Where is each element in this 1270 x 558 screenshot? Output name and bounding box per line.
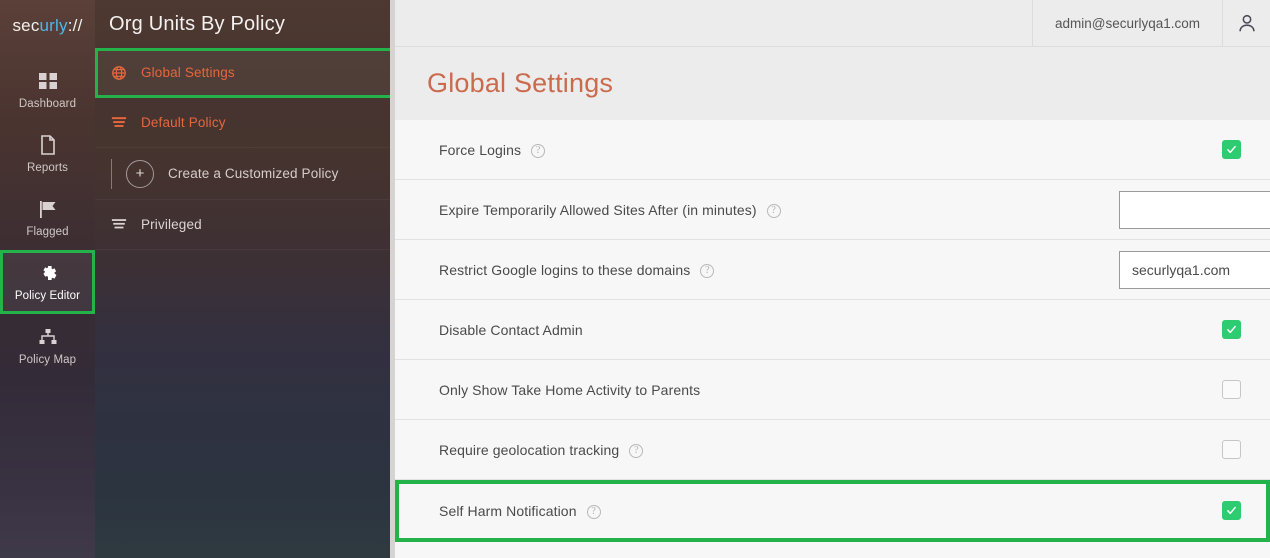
panel-item-default-policy-label: Default Policy	[141, 115, 226, 130]
panel-item-global-settings-label: Global Settings	[141, 65, 235, 80]
setting-label: Restrict Google logins to these domains	[439, 261, 691, 278]
panel-title: Org Units By Policy	[109, 12, 286, 35]
user-avatar-icon[interactable]	[1223, 0, 1270, 46]
expire-minutes-input[interactable]	[1119, 190, 1270, 229]
checkbox-only-show-take-home-activity[interactable]	[1222, 380, 1241, 399]
panel-item-privileged[interactable]: Privileged	[95, 200, 395, 250]
top-bar: admin@securlyqa1.com	[395, 0, 1270, 47]
setting-row-restrict-google-logins: Restrict Google logins to these domains …	[395, 240, 1270, 300]
restrict-domains-input[interactable]	[1119, 250, 1270, 289]
setting-label: Only Show Take Home Activity to Parents	[439, 381, 701, 398]
sidebar-item-policy-map-label: Policy Map	[18, 354, 77, 366]
setting-row-only-show-take-home-activity: Only Show Take Home Activity to Parents	[395, 360, 1270, 420]
sidebar-item-policy-map[interactable]: Policy Map	[0, 314, 95, 378]
account-email[interactable]: admin@securlyqa1.com	[1033, 0, 1223, 46]
setting-control	[1222, 140, 1270, 159]
setting-control	[1222, 501, 1270, 520]
logo-text-part2: urly	[39, 16, 68, 35]
setting-label: Require geolocation tracking	[439, 441, 620, 458]
checkbox-force-logins[interactable]	[1222, 140, 1241, 159]
flag-icon	[37, 198, 59, 220]
panel-item-create-customized-policy-label: Create a Customized Policy	[168, 166, 339, 181]
sidebar-item-policy-editor-label: Policy Editor	[14, 290, 81, 302]
rail-item-list: Dashboard Reports Flagged Policy Editor	[0, 58, 95, 378]
setting-control	[1119, 190, 1270, 229]
help-icon[interactable]: ?	[700, 263, 715, 278]
setting-control	[1222, 320, 1270, 339]
plus-glyph: +	[126, 159, 154, 188]
setting-control	[1222, 440, 1270, 459]
main-content: admin@securlyqa1.com Global Settings For…	[395, 0, 1270, 558]
setting-row-require-geolocation-tracking: Require geolocation tracking ?	[395, 420, 1270, 480]
plus-circle-icon: +	[111, 158, 154, 189]
help-icon[interactable]: ?	[531, 143, 546, 158]
dashboard-grid-icon	[37, 70, 59, 92]
list-icon	[111, 116, 129, 129]
page-header: Global Settings	[395, 47, 1270, 120]
sidebar-item-dashboard[interactable]: Dashboard	[0, 58, 95, 122]
setting-label: Disable Contact Admin	[439, 321, 583, 338]
logo-text-part3: ://	[67, 16, 83, 35]
checkbox-require-geolocation-tracking[interactable]	[1222, 440, 1241, 459]
check-icon	[1227, 145, 1236, 154]
page-title: Global Settings	[427, 68, 614, 98]
setting-row-force-logins: Force Logins ?	[395, 120, 1270, 180]
help-icon[interactable]: ?	[766, 203, 781, 218]
topbar-spacer	[395, 0, 1033, 46]
sidebar-item-reports[interactable]: Reports	[0, 122, 95, 186]
sidebar-item-dashboard-label: Dashboard	[18, 98, 77, 110]
securly-logo[interactable]: sec urly://	[0, 0, 95, 48]
setting-row-self-harm-notification: Self Harm Notification ?	[395, 480, 1270, 542]
setting-row-expire-temp-allowed-sites: Expire Temporarily Allowed Sites After (…	[395, 180, 1270, 240]
setting-label: Force Logins	[439, 141, 522, 158]
setting-row-disable-contact-admin: Disable Contact Admin	[395, 300, 1270, 360]
divider-bar	[111, 158, 112, 189]
panel-item-default-policy[interactable]: Default Policy	[95, 98, 395, 148]
check-icon	[1227, 325, 1236, 334]
org-units-panel: Org Units By Policy Global Settings Defa…	[95, 0, 395, 558]
setting-label: Expire Temporarily Allowed Sites After (…	[439, 201, 757, 218]
globe-icon	[111, 65, 129, 81]
logo-text-part1: sec	[12, 16, 40, 35]
document-icon	[37, 134, 59, 156]
help-icon[interactable]: ?	[629, 443, 644, 458]
checkbox-self-harm-notification[interactable]	[1222, 501, 1241, 520]
sitemap-icon	[37, 326, 59, 348]
setting-label: Self Harm Notification	[439, 502, 577, 519]
panel-item-create-customized-policy[interactable]: + Create a Customized Policy	[95, 148, 395, 200]
panel-item-global-settings[interactable]: Global Settings	[95, 48, 395, 98]
checkbox-disable-contact-admin[interactable]	[1222, 320, 1241, 339]
sidebar-item-policy-editor[interactable]: Policy Editor	[0, 250, 95, 314]
setting-control	[1222, 380, 1270, 399]
app-window: sec urly:// Dashboard Reports Flagged P…	[0, 0, 1270, 558]
help-icon[interactable]: ?	[586, 504, 601, 519]
sidebar-item-reports-label: Reports	[27, 162, 68, 174]
sidebar-item-flagged[interactable]: Flagged	[0, 186, 95, 250]
setting-control	[1119, 250, 1270, 289]
sidebar-item-flagged-label: Flagged	[26, 226, 69, 238]
check-icon	[1227, 506, 1236, 515]
gear-icon	[37, 262, 59, 284]
list-icon	[111, 218, 129, 231]
settings-list: Force Logins ? Expire Temporarily Allowe…	[395, 120, 1270, 542]
primary-nav-rail: sec urly:// Dashboard Reports Flagged P…	[0, 0, 95, 558]
panel-item-privileged-label: Privileged	[141, 217, 202, 232]
